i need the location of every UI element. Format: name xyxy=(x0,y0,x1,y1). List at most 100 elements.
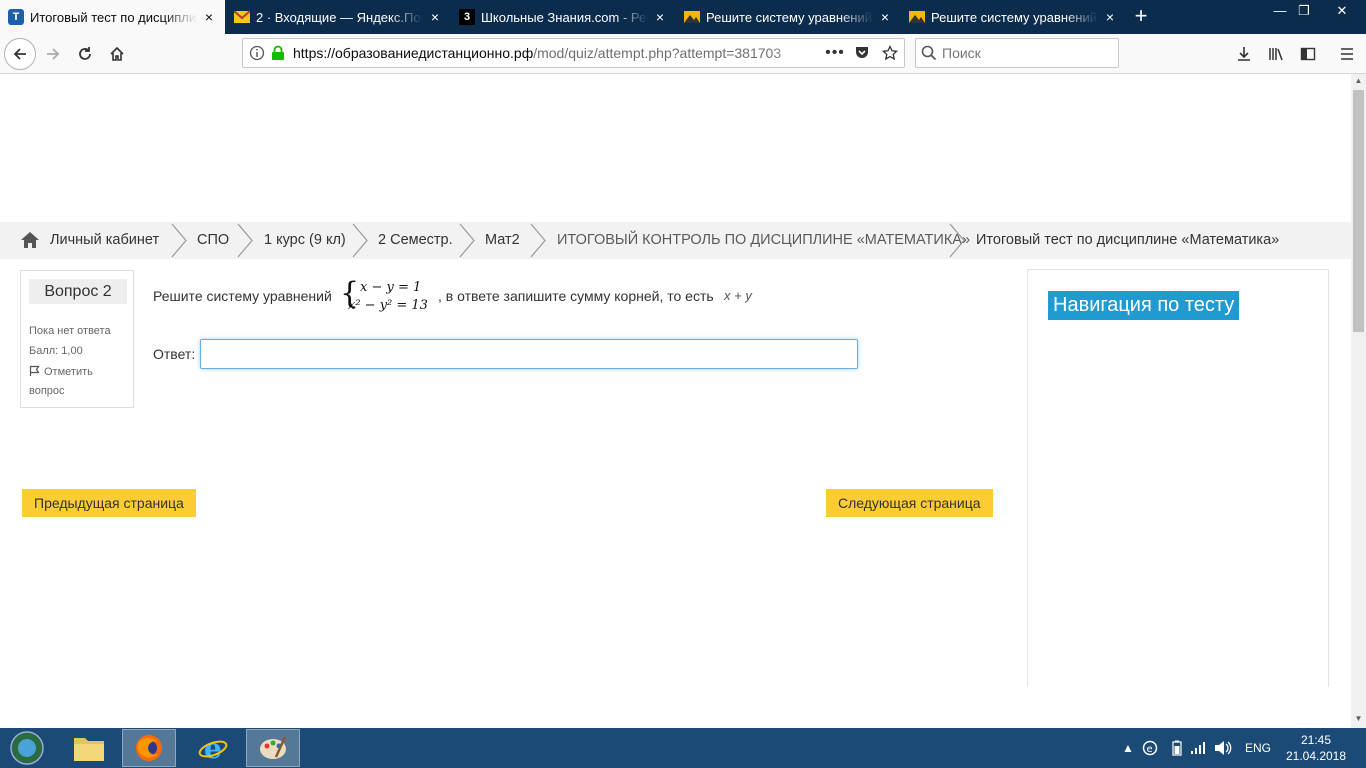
tab-close-icon[interactable]: × xyxy=(427,9,443,25)
show-hidden-icons[interactable]: ▲ xyxy=(1122,728,1134,768)
hamburger-icon xyxy=(1341,48,1353,60)
scrollbar-thumb[interactable] xyxy=(1353,90,1364,332)
home-button[interactable] xyxy=(101,38,133,70)
chevron-right-icon xyxy=(171,223,187,258)
taskbar-paint[interactable] xyxy=(246,729,300,767)
reload-button[interactable] xyxy=(69,38,101,70)
paint-palette-icon xyxy=(260,736,287,759)
url-text[interactable]: https://образованиедистанционно.рф/mod/q… xyxy=(293,45,822,61)
chevron-right-icon xyxy=(459,223,475,258)
question-score: Балл: 1,00 xyxy=(29,345,83,357)
clock[interactable]: 21:45 21.04.2018 xyxy=(1284,732,1348,764)
language-indicator[interactable]: ENG xyxy=(1245,728,1271,768)
breadcrumb: Личный кабинет СПО 1 курс (9 кл) 2 Семес… xyxy=(0,222,1351,259)
next-page-button[interactable]: Следующая страница xyxy=(826,489,993,517)
tab-yandex-mail[interactable]: 2 · Входящие — Яндекс.Почта × xyxy=(226,0,451,34)
forward-button[interactable] xyxy=(37,38,69,70)
page-actions-icon[interactable]: ••• xyxy=(822,44,848,62)
page-content: Личный кабинет СПО 1 курс (9 кл) 2 Семес… xyxy=(0,74,1351,728)
tab-znanija[interactable]: 3 Школьные Знания.com - Решаем × xyxy=(451,0,676,34)
info-icon[interactable] xyxy=(249,45,271,61)
image-icon xyxy=(684,9,700,25)
tab-title: Итоговый тест по дисциплине «Математика» xyxy=(30,9,197,25)
home-icon xyxy=(110,46,124,61)
tab-close-icon[interactable]: × xyxy=(201,9,217,25)
chevron-right-icon xyxy=(949,223,965,258)
network-signal-icon[interactable] xyxy=(1190,728,1206,768)
tab-title: 2 · Входящие — Яндекс.Почта xyxy=(256,9,423,25)
windows-taskbar: e ▲ e ENG 21:45 21.04.2018 xyxy=(0,728,1366,768)
back-button[interactable] xyxy=(4,38,36,70)
tab-title: Школьные Знания.com - Решаем xyxy=(481,9,648,25)
battery-icon[interactable] xyxy=(1172,728,1182,768)
taskbar-firefox[interactable] xyxy=(122,729,176,767)
tab-title: Решите систему уравнений , в ответе xyxy=(706,9,873,25)
browser-toolbar: https://образованиедистанционно.рф/mod/q… xyxy=(0,34,1366,74)
chevron-right-icon xyxy=(530,223,546,258)
reload-icon xyxy=(79,47,91,60)
question-number: Вопрос 2 xyxy=(29,279,127,304)
new-tab-button[interactable]: + xyxy=(1128,4,1154,30)
lock-icon xyxy=(271,45,293,61)
breadcrumb-item-current: Итоговый тест по дисциплине «Математика» xyxy=(976,232,1280,248)
url-host: https://образованиедистанционно.рф xyxy=(293,45,534,61)
answer-label: Ответ: xyxy=(153,346,196,362)
chevron-right-icon xyxy=(237,223,253,258)
address-bar[interactable]: https://образованиедистанционно.рф/mod/q… xyxy=(242,38,905,68)
breadcrumb-item-spo[interactable]: СПО xyxy=(197,222,229,259)
library-button[interactable] xyxy=(1260,38,1292,70)
tab-image-1[interactable]: Решите систему уравнений , в ответе × xyxy=(676,0,901,34)
flag-icon xyxy=(29,365,40,376)
folder-icon xyxy=(74,738,104,761)
flag-label-1: Отметить xyxy=(44,366,93,378)
scroll-up-icon[interactable]: ▲ xyxy=(1351,74,1366,88)
window-close-button[interactable]: ✕ xyxy=(1318,0,1366,24)
chevron-right-icon xyxy=(352,223,368,258)
page-scrollbar[interactable]: ▲ ▼ xyxy=(1351,74,1366,728)
flag-label-2: вопрос xyxy=(29,385,65,397)
windows-start-icon xyxy=(10,731,44,765)
tray-app-icon[interactable]: e xyxy=(1142,728,1158,768)
clock-date: 21.04.2018 xyxy=(1285,749,1347,763)
svg-text:e: e xyxy=(204,733,222,763)
tab-close-icon[interactable]: × xyxy=(1102,9,1118,25)
scroll-down-icon[interactable]: ▼ xyxy=(1351,712,1366,726)
home-icon[interactable] xyxy=(20,231,40,254)
bookmark-star-icon[interactable] xyxy=(876,45,904,61)
breadcrumb-item-cabinet[interactable]: Личный кабинет xyxy=(50,222,159,259)
downloads-button[interactable] xyxy=(1228,38,1260,70)
browser-tab-strip: T Итоговый тест по дисциплине «Математик… xyxy=(0,0,1366,34)
znanija-logo-icon: 3 xyxy=(459,9,475,25)
search-input[interactable] xyxy=(942,45,1102,61)
taskbar-internet-explorer[interactable]: e xyxy=(186,729,240,767)
arrow-right-icon xyxy=(47,48,60,60)
tab-image-2[interactable]: Решите систему уравнений , в ответе × xyxy=(901,0,1126,34)
previous-page-button[interactable]: Предыдущая страница xyxy=(22,489,196,517)
tab-close-icon[interactable]: × xyxy=(652,9,668,25)
equation-1: x − y = 1 xyxy=(360,280,422,295)
site-favicon-icon: T xyxy=(8,9,24,25)
download-icon xyxy=(1238,47,1250,61)
search-bar[interactable] xyxy=(915,38,1119,68)
taskbar-explorer[interactable] xyxy=(62,729,116,767)
internet-explorer-icon: e xyxy=(198,733,228,763)
breadcrumb-item-semester[interactable]: 2 Семестр. xyxy=(378,222,453,259)
firefox-icon xyxy=(136,735,162,761)
sidebar-icon xyxy=(1300,47,1316,61)
answer-input[interactable] xyxy=(200,339,858,369)
sidebar-button[interactable] xyxy=(1292,38,1324,70)
pocket-icon[interactable] xyxy=(848,45,876,61)
search-icon xyxy=(916,45,942,61)
menu-button[interactable] xyxy=(1331,38,1363,70)
tab-quiz[interactable]: T Итоговый тест по дисциплине «Математик… xyxy=(0,0,225,34)
breadcrumb-item-final-control[interactable]: ИТОГОВЫЙ КОНТРОЛЬ ПО ДИСЦИПЛИНЕ «МАТЕМАТ… xyxy=(557,222,970,259)
library-icon xyxy=(1269,48,1283,61)
tab-title: Решите систему уравнений , в ответе xyxy=(931,9,1098,25)
tab-close-icon[interactable]: × xyxy=(877,9,893,25)
flag-question-button[interactable]: Отметить xyxy=(29,365,93,378)
question-info: Вопрос 2 Пока нет ответа Балл: 1,00 Отме… xyxy=(20,270,134,408)
breadcrumb-item-course[interactable]: 1 курс (9 кл) xyxy=(264,222,346,259)
breadcrumb-item-mat2[interactable]: Мат2 xyxy=(485,222,520,259)
start-button[interactable] xyxy=(0,729,54,767)
volume-icon[interactable] xyxy=(1214,728,1232,768)
